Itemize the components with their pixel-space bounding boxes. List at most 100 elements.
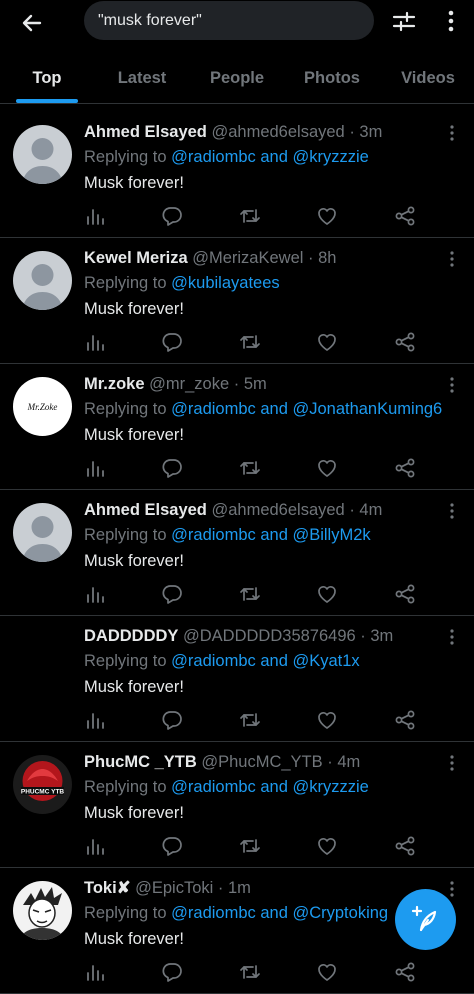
tweet-more-icon[interactable] xyxy=(448,502,456,520)
avatar[interactable] xyxy=(13,251,72,310)
reply-icon[interactable] xyxy=(161,709,183,731)
back-arrow-icon[interactable] xyxy=(18,9,46,37)
share-icon[interactable] xyxy=(394,835,416,857)
reply-icon[interactable] xyxy=(161,457,183,479)
tweet-more-icon[interactable] xyxy=(448,754,456,772)
replying-to-link[interactable]: @radiombc and @kryzzzie xyxy=(171,148,369,166)
tweet-more-icon[interactable] xyxy=(448,250,456,268)
display-name[interactable]: Toki✘ xyxy=(84,879,131,897)
tweet-actions xyxy=(84,205,424,227)
tweet-more-icon[interactable] xyxy=(448,376,456,394)
like-heart-icon[interactable] xyxy=(316,961,338,983)
like-heart-icon[interactable] xyxy=(316,331,338,353)
tweet-text: Musk forever! xyxy=(84,678,184,696)
tweet[interactable]: DADDDDDY @DADDDDD35876496 · 3m Replying … xyxy=(0,616,474,742)
reply-icon[interactable] xyxy=(161,961,183,983)
tweet-actions xyxy=(84,961,424,983)
reply-icon[interactable] xyxy=(161,205,183,227)
share-icon[interactable] xyxy=(394,457,416,479)
tab-photos[interactable]: Photos xyxy=(294,54,370,102)
replying-to-link[interactable]: @radiombc and @kryzzzie xyxy=(171,778,369,796)
tweet[interactable]: Ahmed Elsayed @ahmed6elsayed · 4m Replyi… xyxy=(0,490,474,616)
display-name[interactable]: DADDDDDY xyxy=(84,627,178,645)
replying-to: Replying to @radiombc and @Kyat1x xyxy=(84,650,474,672)
more-vertical-icon[interactable] xyxy=(441,9,461,33)
share-icon[interactable] xyxy=(394,709,416,731)
replying-to-label: Replying to xyxy=(84,778,167,796)
analytics-icon[interactable] xyxy=(84,205,106,227)
handle: @PhucMC_YTB xyxy=(201,753,323,771)
top-bar: "musk forever" xyxy=(0,0,474,46)
avatar[interactable] xyxy=(13,503,72,562)
like-heart-icon[interactable] xyxy=(316,583,338,605)
retweet-icon[interactable] xyxy=(239,835,261,857)
tweet-more-icon[interactable] xyxy=(448,880,456,898)
share-icon[interactable] xyxy=(394,331,416,353)
avatar[interactable]: PHUCMC YTB xyxy=(13,755,72,814)
tweet-actions xyxy=(84,457,424,479)
reply-icon[interactable] xyxy=(161,583,183,605)
tweet-text: Musk forever! xyxy=(84,426,184,444)
display-name[interactable]: Mr.zoke xyxy=(84,375,145,393)
tweet-actions xyxy=(84,331,424,353)
tweet[interactable]: Ahmed Elsayed @ahmed6elsayed · 3m Replyi… xyxy=(0,112,474,238)
tweet[interactable]: Mr.Zoke Mr.zoke @mr_zoke · 5m Replying t… xyxy=(0,364,474,490)
timestamp: · 1m xyxy=(217,879,251,897)
filter-sliders-icon[interactable] xyxy=(392,9,416,33)
like-heart-icon[interactable] xyxy=(316,709,338,731)
analytics-icon[interactable] xyxy=(84,961,106,983)
avatar[interactable]: Mr.Zoke xyxy=(13,377,72,436)
avatar[interactable] xyxy=(13,125,72,184)
retweet-icon[interactable] xyxy=(239,457,261,479)
tweet[interactable]: Kewel Meriza @MerizaKewel · 8h Replying … xyxy=(0,238,474,364)
retweet-icon[interactable] xyxy=(239,331,261,353)
tweet-header: Kewel Meriza @MerizaKewel · 8h xyxy=(84,247,438,269)
share-icon[interactable] xyxy=(394,583,416,605)
analytics-icon[interactable] xyxy=(84,835,106,857)
display-name[interactable]: Ahmed Elsayed xyxy=(84,501,207,519)
handle: @DADDDDD35876496 xyxy=(183,627,356,645)
retweet-icon[interactable] xyxy=(239,205,261,227)
tweet-text: Musk forever! xyxy=(84,174,184,192)
replying-to-link[interactable]: @kubilayatees xyxy=(171,274,279,292)
compose-tweet-button[interactable] xyxy=(395,889,456,950)
tweet[interactable]: PHUCMC YTB PhucMC _YTB @PhucMC_YTB · 4m … xyxy=(0,742,474,868)
share-icon[interactable] xyxy=(394,961,416,983)
tweet-more-icon[interactable] xyxy=(448,628,456,646)
replying-to: Replying to @radiombc and @JonathanKumin… xyxy=(84,398,474,420)
analytics-icon[interactable] xyxy=(84,709,106,731)
replying-to-link[interactable]: @radiombc and @Cryptoking xyxy=(171,904,388,922)
retweet-icon[interactable] xyxy=(239,583,261,605)
replying-to-link[interactable]: @radiombc and @BillyM2k xyxy=(171,526,370,544)
reply-icon[interactable] xyxy=(161,835,183,857)
tab-latest[interactable]: Latest xyxy=(104,54,180,102)
display-name[interactable]: Ahmed Elsayed xyxy=(84,123,207,141)
analytics-icon[interactable] xyxy=(84,331,106,353)
share-icon[interactable] xyxy=(394,205,416,227)
tab-people[interactable]: People xyxy=(198,54,276,102)
timestamp: · 5m xyxy=(233,375,267,393)
replying-to-label: Replying to xyxy=(84,400,167,418)
reply-icon[interactable] xyxy=(161,331,183,353)
display-name[interactable]: PhucMC _YTB xyxy=(84,753,197,771)
tab-top[interactable]: Top xyxy=(16,54,78,102)
analytics-icon[interactable] xyxy=(84,457,106,479)
tweet-feed: Ahmed Elsayed @ahmed6elsayed · 3m Replyi… xyxy=(0,112,474,994)
anime-character-icon xyxy=(13,881,72,940)
tab-videos[interactable]: Videos xyxy=(390,54,466,102)
tweet-more-icon[interactable] xyxy=(448,124,456,142)
retweet-icon[interactable] xyxy=(239,709,261,731)
search-input[interactable]: "musk forever" xyxy=(84,1,374,40)
avatar[interactable] xyxy=(13,881,72,940)
retweet-icon[interactable] xyxy=(239,961,261,983)
divider xyxy=(0,103,474,104)
replying-to-label: Replying to xyxy=(84,274,167,292)
analytics-icon[interactable] xyxy=(84,583,106,605)
timestamp: · 3m xyxy=(360,627,394,645)
like-heart-icon[interactable] xyxy=(316,205,338,227)
like-heart-icon[interactable] xyxy=(316,835,338,857)
replying-to-link[interactable]: @radiombc and @JonathanKuming6 xyxy=(171,400,442,418)
replying-to-link[interactable]: @radiombc and @Kyat1x xyxy=(171,652,360,670)
display-name[interactable]: Kewel Meriza xyxy=(84,249,188,267)
like-heart-icon[interactable] xyxy=(316,457,338,479)
